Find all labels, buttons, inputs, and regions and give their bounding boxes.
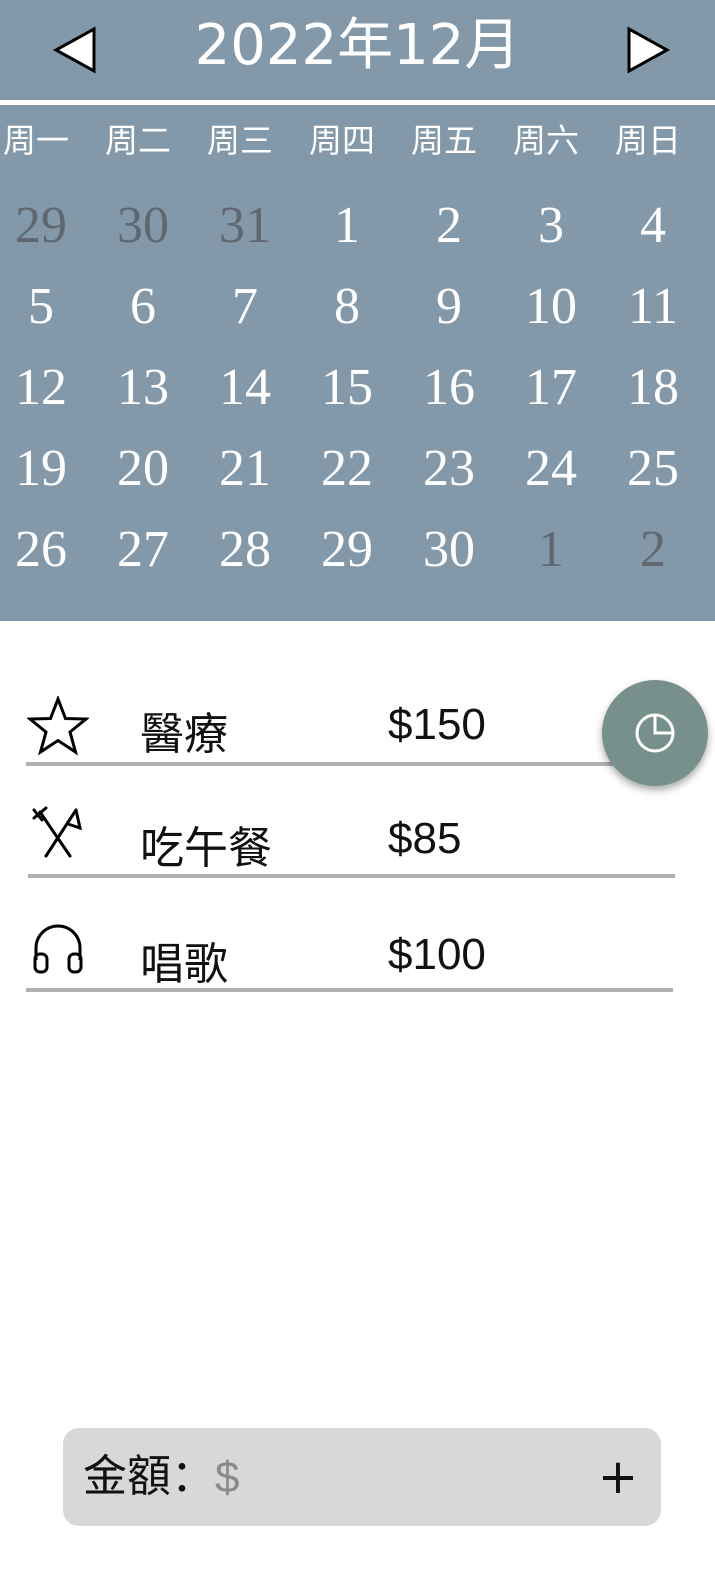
expense-label: 吃午餐 [140,823,272,874]
amount-label: 金額： [83,1451,215,1502]
day-cell[interactable]: 29 [296,510,398,590]
day-cell-other-month[interactable]: 29 [0,186,92,266]
calendar: 2022年12月 周一 周二 周三 周四 周五 周六 周日 29 30 31 1 2 3 4 5 6 7 8 9 1… [0,0,715,621]
weekday-label: 周三 [207,121,273,160]
day-cell[interactable]: 30 [398,510,500,590]
stats-fab-button[interactable] [602,680,708,786]
day-cell[interactable]: 19 [0,429,92,509]
day-cell[interactable]: 20 [92,429,194,509]
day-cell[interactable]: 14 [194,348,296,428]
day-cell[interactable]: 11 [602,267,704,347]
star-icon [26,694,90,758]
weekday-header: 周一 周二 周三 周四 周五 周六 周日 [0,112,715,170]
weekday-label: 周五 [411,121,477,160]
row-divider [26,988,673,992]
day-cell[interactable]: 22 [296,429,398,509]
utensils-icon [26,800,90,864]
add-button[interactable]: + [583,1428,653,1526]
amount-input-bar: 金額： + [63,1428,661,1526]
month-title: 2022年12月 [194,13,521,78]
day-cell[interactable]: 9 [398,267,500,347]
triangle-right-icon [627,26,671,74]
triangle-left-icon [52,26,96,74]
expense-amount: $100 [388,930,486,979]
pie-chart-icon [635,713,675,753]
day-cell[interactable]: 5 [0,267,92,347]
expense-label: 醫療 [140,709,228,760]
day-cell[interactable]: 21 [194,429,296,509]
day-cell[interactable]: 18 [602,348,704,428]
expense-amount: $85 [388,814,462,863]
expense-row[interactable]: 吃午餐 $85 [0,790,715,900]
day-cell[interactable]: 16 [398,348,500,428]
day-cell[interactable]: 28 [194,510,296,590]
day-cell[interactable]: 25 [602,429,704,509]
day-cell[interactable]: 26 [0,510,92,590]
day-cell[interactable]: 12 [0,348,92,428]
expense-label: 唱歌 [140,939,228,990]
day-cell[interactable]: 6 [92,267,194,347]
day-cell[interactable]: 4 [602,186,704,266]
day-cell[interactable]: 8 [296,267,398,347]
weekday-label: 周二 [105,121,171,160]
day-cell[interactable]: 15 [296,348,398,428]
headphones-icon [26,916,90,980]
calendar-grid: 29 30 31 1 2 3 4 5 6 7 8 9 10 11 12 13 14 15 16 17 18 19 20 21 2… [0,186,715,586]
day-cell-other-month[interactable]: 2 [602,510,704,590]
weekday-label: 周四 [309,121,375,160]
expense-amount: $150 [388,700,486,749]
expense-row[interactable]: 唱歌 $100 [0,906,715,1016]
day-cell[interactable]: 13 [92,348,194,428]
weekday-label: 周六 [513,121,579,160]
day-cell[interactable]: 7 [194,267,296,347]
calendar-divider [0,100,715,105]
day-cell-other-month[interactable]: 1 [500,510,602,590]
weekday-label: 周日 [615,121,681,160]
day-cell[interactable]: 3 [500,186,602,266]
prev-month-button[interactable] [45,20,105,80]
next-month-button[interactable] [618,20,678,80]
day-cell[interactable]: 2 [398,186,500,266]
day-cell[interactable]: 24 [500,429,602,509]
amount-input[interactable] [213,1442,577,1514]
day-cell[interactable]: 23 [398,429,500,509]
row-divider [28,874,675,878]
weekday-label: 周一 [3,121,69,160]
day-cell[interactable]: 17 [500,348,602,428]
day-cell[interactable]: 27 [92,510,194,590]
day-cell-other-month[interactable]: 31 [194,186,296,266]
day-cell[interactable]: 10 [500,267,602,347]
day-cell-other-month[interactable]: 30 [92,186,194,266]
day-cell[interactable]: 1 [296,186,398,266]
calendar-header: 2022年12月 [0,0,715,100]
row-divider [26,762,626,766]
